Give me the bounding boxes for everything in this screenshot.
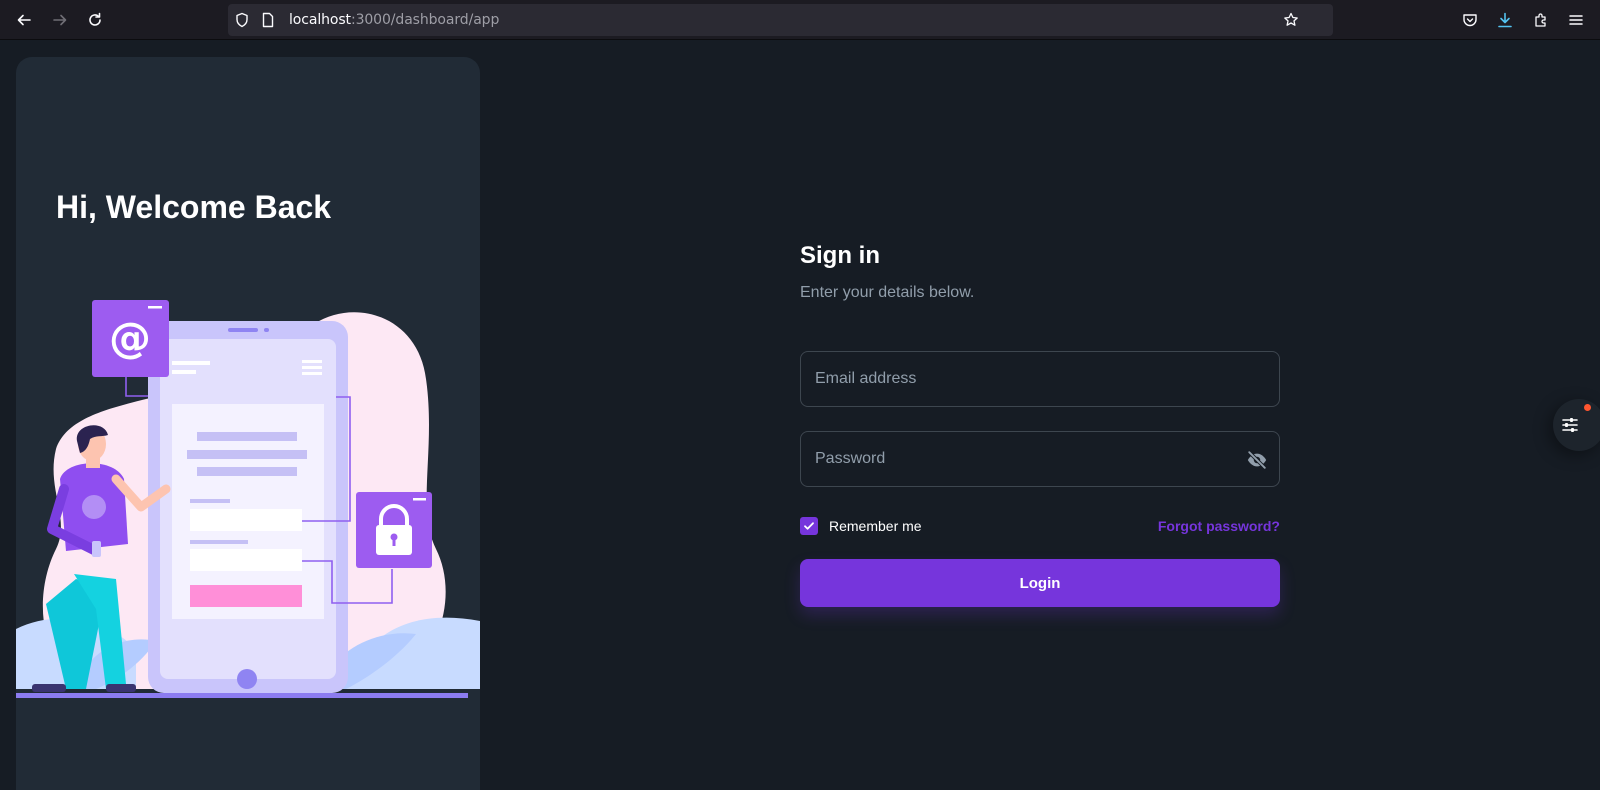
reload-icon[interactable] <box>83 8 107 32</box>
forward-icon[interactable] <box>48 8 72 32</box>
url-bar[interactable]: localhost:3000/dashboard/app <box>228 4 1333 36</box>
browser-toolbar: localhost:3000/dashboard/app <box>0 0 1600 40</box>
signin-form: Sign in Enter your details below. Rememb… <box>800 242 1280 607</box>
url-path: :3000/dashboard/app <box>350 12 500 28</box>
pocket-icon[interactable] <box>1459 9 1481 31</box>
download-icon[interactable] <box>1494 9 1516 31</box>
svg-text:@: @ <box>109 313 151 362</box>
notification-dot <box>1584 404 1591 411</box>
eye-off-icon[interactable] <box>1245 448 1269 472</box>
checkmark-icon <box>804 522 814 530</box>
signin-title: Sign in <box>800 242 880 269</box>
email-field[interactable] <box>800 351 1280 407</box>
hero-title: Hi, Welcome Back <box>56 189 332 225</box>
sliders-icon <box>1562 418 1578 432</box>
settings-button[interactable] <box>1553 399 1600 451</box>
login-illustration: @ <box>16 300 480 698</box>
forgot-password-link[interactable]: Forgot password? <box>1158 518 1280 534</box>
extensions-icon[interactable] <box>1530 9 1552 31</box>
menu-icon[interactable] <box>1565 9 1587 31</box>
remember-row: Remember me Forgot password? <box>800 514 1280 538</box>
bookmark-star-icon[interactable] <box>1282 11 1300 29</box>
signin-subtitle: Enter your details below. <box>800 284 975 301</box>
hero-panel: Hi, Welcome Back @ <box>16 57 480 790</box>
email-input[interactable] <box>801 352 1279 406</box>
page-icon[interactable] <box>259 11 277 29</box>
remember-label[interactable]: Remember me <box>829 518 922 534</box>
login-button[interactable]: Login <box>800 559 1280 607</box>
shield-icon[interactable] <box>233 11 251 29</box>
remember-checkbox[interactable] <box>800 517 818 535</box>
url-host: localhost <box>289 12 351 28</box>
password-field[interactable] <box>800 431 1280 487</box>
url-text[interactable]: localhost:3000/dashboard/app <box>289 12 499 28</box>
back-icon[interactable] <box>12 8 36 32</box>
password-input[interactable] <box>801 432 1279 486</box>
